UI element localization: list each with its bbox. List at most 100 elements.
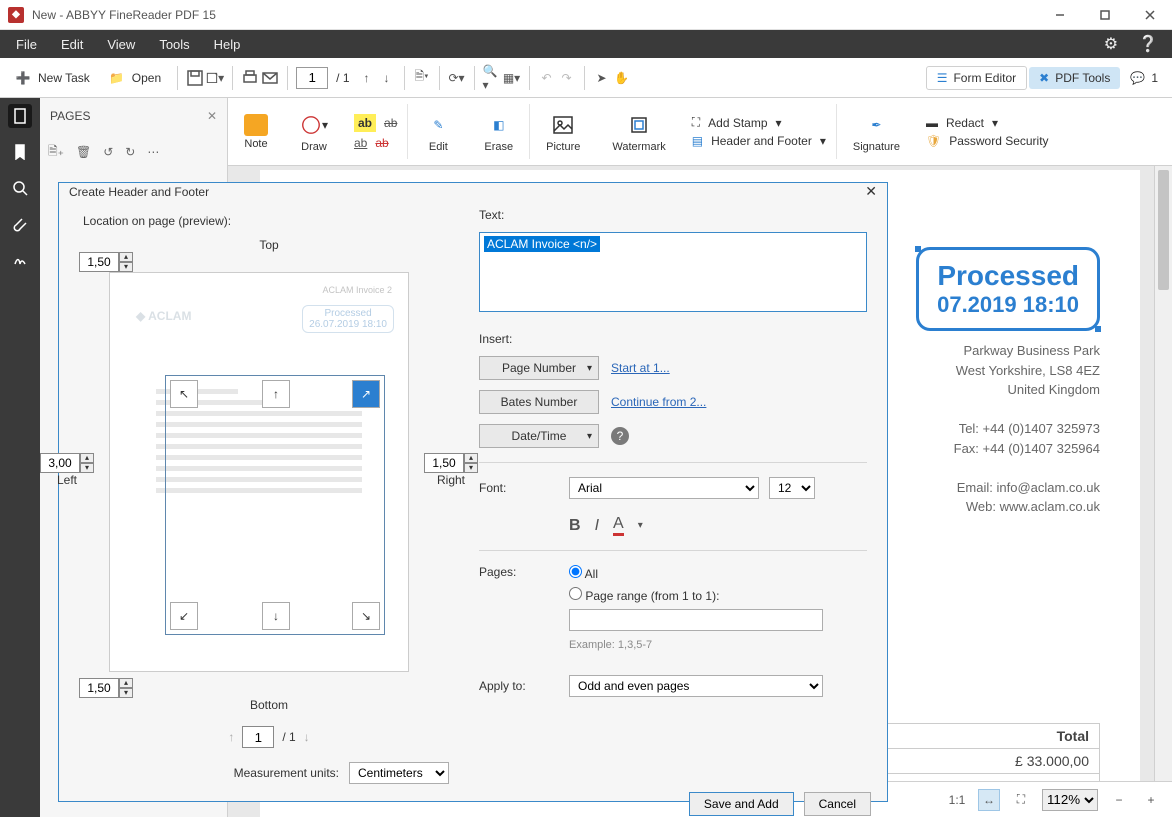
margin-right-spinner[interactable]: ▴▾ bbox=[424, 453, 478, 473]
mu-select[interactable]: Centimeters bbox=[349, 762, 449, 784]
font-select[interactable]: Arial bbox=[569, 477, 759, 499]
header-text-input[interactable]: ACLAM Invoice <n/> bbox=[479, 232, 867, 312]
new-task-button[interactable]: ➕ New Task bbox=[6, 63, 98, 93]
hand-icon[interactable]: ✋ bbox=[613, 69, 631, 87]
margin-top-spinner[interactable]: ▴▾ bbox=[79, 252, 459, 272]
zoom-in-icon[interactable]: + bbox=[1140, 789, 1162, 811]
settings-icon[interactable]: ⚙ bbox=[1094, 34, 1128, 54]
preview-page-input[interactable] bbox=[242, 726, 274, 748]
picture-tool[interactable]: Picture bbox=[530, 98, 596, 165]
redo-icon[interactable]: ↷ bbox=[558, 69, 576, 87]
rotate-left-icon[interactable]: ↺ bbox=[103, 145, 113, 159]
strikered-icon[interactable]: ab bbox=[375, 136, 388, 150]
prev-page-arrow[interactable]: ↑ bbox=[228, 730, 234, 744]
pages-range-radio[interactable]: Page range (from 1 to 1): bbox=[569, 587, 823, 603]
draw-tool[interactable]: ▾ Draw bbox=[284, 98, 344, 165]
font-color-button[interactable]: A bbox=[613, 515, 624, 536]
rail-search-icon[interactable] bbox=[8, 176, 32, 200]
more-icon[interactable]: ⋯ bbox=[147, 145, 159, 159]
cancel-button[interactable]: Cancel bbox=[804, 792, 871, 816]
page-down-icon[interactable]: ↓ bbox=[378, 69, 396, 87]
help-circle-icon[interactable]: ? bbox=[611, 427, 629, 445]
add-page-icon[interactable]: 🗎▾ bbox=[413, 69, 431, 87]
dialog-close-icon[interactable]: ✕ bbox=[865, 183, 877, 200]
note-tool[interactable]: Note bbox=[228, 98, 284, 165]
note-icon bbox=[244, 114, 268, 136]
next-page-arrow[interactable]: ↓ bbox=[304, 730, 310, 744]
redact-button[interactable]: ▬ Redact ▾ bbox=[926, 116, 1049, 130]
highlight-icon[interactable]: ab bbox=[354, 114, 376, 132]
continue-from-link[interactable]: Continue from 2... bbox=[611, 395, 706, 409]
form-editor-button[interactable]: ☰ Form Editor bbox=[926, 66, 1027, 90]
apply-select[interactable]: Odd and even pages bbox=[569, 675, 823, 697]
menu-view[interactable]: View bbox=[95, 33, 147, 56]
font-size-select[interactable]: 12 bbox=[769, 477, 815, 499]
pos-bottom-center[interactable]: ↓ bbox=[262, 602, 290, 630]
pointer-icon[interactable]: ➤ bbox=[593, 69, 611, 87]
print-icon[interactable] bbox=[241, 69, 259, 87]
save-icon[interactable] bbox=[186, 69, 204, 87]
add-stamp-button[interactable]: ⛶ Add Stamp ▾ bbox=[692, 115, 826, 130]
strike-icon[interactable]: ab bbox=[384, 116, 397, 130]
pages-all-radio[interactable]: All bbox=[569, 565, 823, 581]
pos-bottom-left[interactable]: ↙ bbox=[170, 602, 198, 630]
page-up-icon[interactable]: ↑ bbox=[358, 69, 376, 87]
rail-pages-icon[interactable] bbox=[8, 104, 32, 128]
rail-bookmarks-icon[interactable] bbox=[8, 140, 32, 164]
date-time-button[interactable]: Date/Time▾ bbox=[479, 424, 599, 448]
margin-left-spinner[interactable]: ▴▾ bbox=[40, 453, 94, 473]
pos-top-center[interactable]: ↑ bbox=[262, 380, 290, 408]
open-label: Open bbox=[132, 71, 161, 85]
bold-button[interactable]: B bbox=[569, 517, 581, 535]
open-button[interactable]: 📁 Open bbox=[100, 63, 169, 93]
menu-edit[interactable]: Edit bbox=[49, 33, 95, 56]
fit-width-icon[interactable]: ↔ bbox=[978, 789, 1000, 811]
save-as-icon[interactable]: ▾ bbox=[206, 69, 224, 87]
comments-button[interactable]: 💬 1 bbox=[1122, 63, 1166, 93]
menu-tools[interactable]: Tools bbox=[147, 33, 201, 56]
mail-icon[interactable] bbox=[261, 69, 279, 87]
menu-file[interactable]: File bbox=[4, 33, 49, 56]
window-close[interactable] bbox=[1127, 0, 1172, 30]
pdf-tools-button[interactable]: ✖ PDF Tools bbox=[1029, 67, 1120, 89]
password-button[interactable]: 🛡 Password Security bbox=[926, 134, 1049, 148]
vertical-scrollbar[interactable] bbox=[1154, 166, 1172, 781]
window-minimize[interactable] bbox=[1037, 0, 1082, 30]
page-number-button[interactable]: Page Number▾ bbox=[479, 356, 599, 380]
watermark-tool[interactable]: Watermark bbox=[596, 98, 681, 165]
page-current-input[interactable] bbox=[296, 67, 328, 89]
help-icon[interactable]: ❔ bbox=[1128, 34, 1168, 54]
rail-attachments-icon[interactable] bbox=[8, 212, 32, 236]
save-and-add-button[interactable]: Save and Add bbox=[689, 792, 794, 816]
rail-signatures-icon[interactable] bbox=[8, 248, 32, 272]
bates-number-button[interactable]: Bates Number bbox=[479, 390, 599, 414]
edit-tool[interactable]: ✎ Edit bbox=[408, 98, 468, 165]
signature-icon: ✒ bbox=[862, 111, 890, 139]
pos-bottom-right[interactable]: ↘ bbox=[352, 602, 380, 630]
zoom-out-icon[interactable]: − bbox=[1108, 789, 1130, 811]
pos-top-left[interactable]: ↖ bbox=[170, 380, 198, 408]
search-doc-icon[interactable]: 🔍▾ bbox=[483, 69, 501, 87]
menu-help[interactable]: Help bbox=[202, 33, 253, 56]
undo-icon[interactable]: ↶ bbox=[538, 69, 556, 87]
ocr-icon[interactable]: ▦▾ bbox=[503, 69, 521, 87]
fit-actual-icon[interactable]: 1:1 bbox=[946, 789, 968, 811]
margin-bottom-spinner[interactable]: ▴▾ bbox=[79, 678, 459, 698]
rotate-icon[interactable]: ⟳▾ bbox=[448, 69, 466, 87]
processed-stamp[interactable]: Processed 07.2019 18:10 bbox=[916, 247, 1100, 331]
pos-top-right[interactable]: ↗ bbox=[352, 380, 380, 408]
delete-page-icon[interactable]: 🗑 bbox=[76, 145, 91, 159]
italic-button[interactable]: I bbox=[595, 517, 599, 535]
header-footer-button[interactable]: ▤ Header and Footer ▾ bbox=[692, 134, 826, 148]
erase-tool[interactable]: ◧ Erase bbox=[468, 98, 529, 165]
start-at-link[interactable]: Start at 1... bbox=[611, 361, 670, 375]
page-range-input[interactable] bbox=[569, 609, 823, 631]
underline-icon[interactable]: ab bbox=[354, 136, 367, 150]
signature-tool[interactable]: ✒ Signature bbox=[837, 98, 916, 165]
rotate-right-icon[interactable]: ↻ bbox=[125, 145, 135, 159]
close-panel-icon[interactable]: ✕ bbox=[207, 109, 217, 123]
window-maximize[interactable] bbox=[1082, 0, 1127, 30]
fit-page-icon[interactable]: ⛶ bbox=[1010, 789, 1032, 811]
zoom-select[interactable]: 112% bbox=[1042, 789, 1098, 811]
add-page-small-icon[interactable]: 🗎₊ bbox=[48, 142, 64, 163]
